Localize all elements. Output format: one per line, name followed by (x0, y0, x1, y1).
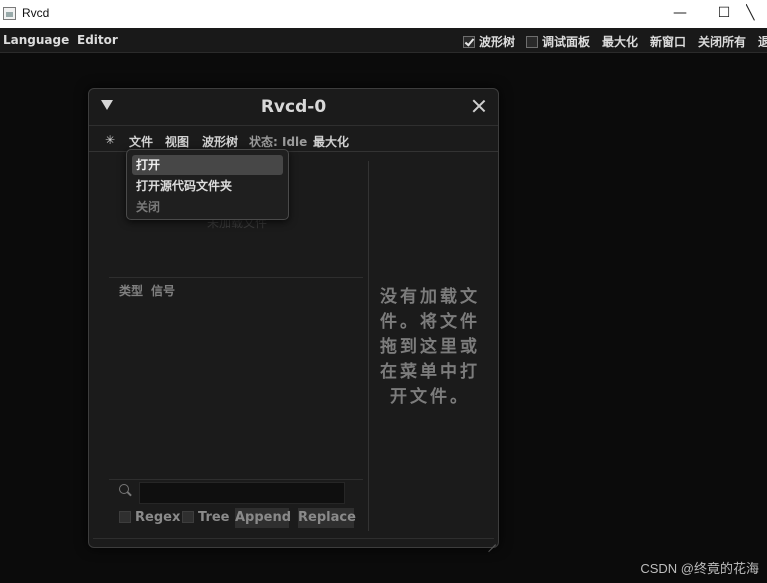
panel-divider[interactable] (368, 161, 369, 531)
divider (109, 277, 363, 278)
append-button[interactable]: Append (235, 508, 291, 528)
overflow-menu-item[interactable]: 退 (758, 33, 767, 50)
window-title: Rvcd-0 (260, 97, 327, 117)
waveform-tree-toggle[interactable]: 波形树 (463, 33, 515, 50)
maximize-button[interactable]: ☐ (702, 0, 746, 28)
close-icon[interactable] (472, 99, 486, 113)
checkbox-icon[interactable] (182, 511, 194, 523)
search-input[interactable] (139, 482, 345, 504)
close-all-button[interactable]: 关闭所有 (698, 33, 746, 50)
column-header-type: 类型 (119, 284, 144, 298)
regex-option[interactable]: Regex (119, 510, 180, 525)
menu-waveform-tree[interactable]: 波形树 (202, 133, 238, 150)
app-icon (3, 7, 16, 20)
menu-item-close[interactable]: 关闭 (132, 197, 283, 217)
menu-view[interactable]: 视图 (165, 133, 189, 150)
status-label: 状态: Idle (249, 135, 308, 149)
search-icon (119, 484, 129, 494)
top-menu-bar: Language Editor 波形树 调试面板 最大化 新窗口 关闭所有 退 (0, 28, 767, 53)
tree-label: Tree (198, 510, 230, 525)
minimize-button[interactable]: — (658, 0, 702, 28)
watermark: CSDN @终竟的花海 (640, 561, 759, 576)
close-button[interactable]: ╲ (746, 0, 767, 28)
tree-option[interactable]: Tree (182, 510, 229, 525)
resize-grip-icon[interactable] (486, 535, 496, 545)
regex-label: Regex (135, 510, 181, 525)
file-dropdown-menu: 打开 打开源代码文件夹 关闭 (126, 149, 289, 220)
menu-file[interactable]: 文件 (129, 133, 153, 150)
checkbox-icon[interactable] (526, 36, 538, 48)
replace-button[interactable]: Replace (298, 508, 356, 528)
empty-waveform-message: 没有加载文件。将文件拖到这里或在菜单中打开文件。 (380, 287, 480, 407)
divider (93, 538, 494, 539)
menu-language[interactable]: Language (3, 33, 69, 47)
window-header[interactable]: Rvcd-0 (89, 89, 498, 126)
star-icon[interactable]: ✳ (105, 133, 115, 147)
checkbox-icon[interactable] (119, 511, 131, 523)
os-titlebar: Rvcd — ☐ ╲ (0, 0, 767, 28)
maximize-menu-button[interactable]: 最大化 (602, 33, 638, 50)
menu-editor[interactable]: Editor (77, 33, 118, 47)
menu-item-open-source-folder[interactable]: 打开源代码文件夹 (132, 176, 283, 196)
column-header-signal: 信号 (151, 284, 176, 298)
divider (109, 479, 363, 480)
checkbox-checked-icon[interactable] (463, 36, 475, 48)
debug-panel-label: 调试面板 (542, 35, 591, 49)
debug-panel-toggle[interactable]: 调试面板 (526, 33, 590, 50)
os-window-title: Rvcd (22, 6, 50, 20)
new-window-button[interactable]: 新窗口 (650, 33, 686, 50)
menu-item-open[interactable]: 打开 (132, 155, 283, 175)
menu-maximize[interactable]: 最大化 (313, 133, 349, 150)
waveform-tree-label: 波形树 (479, 35, 516, 49)
